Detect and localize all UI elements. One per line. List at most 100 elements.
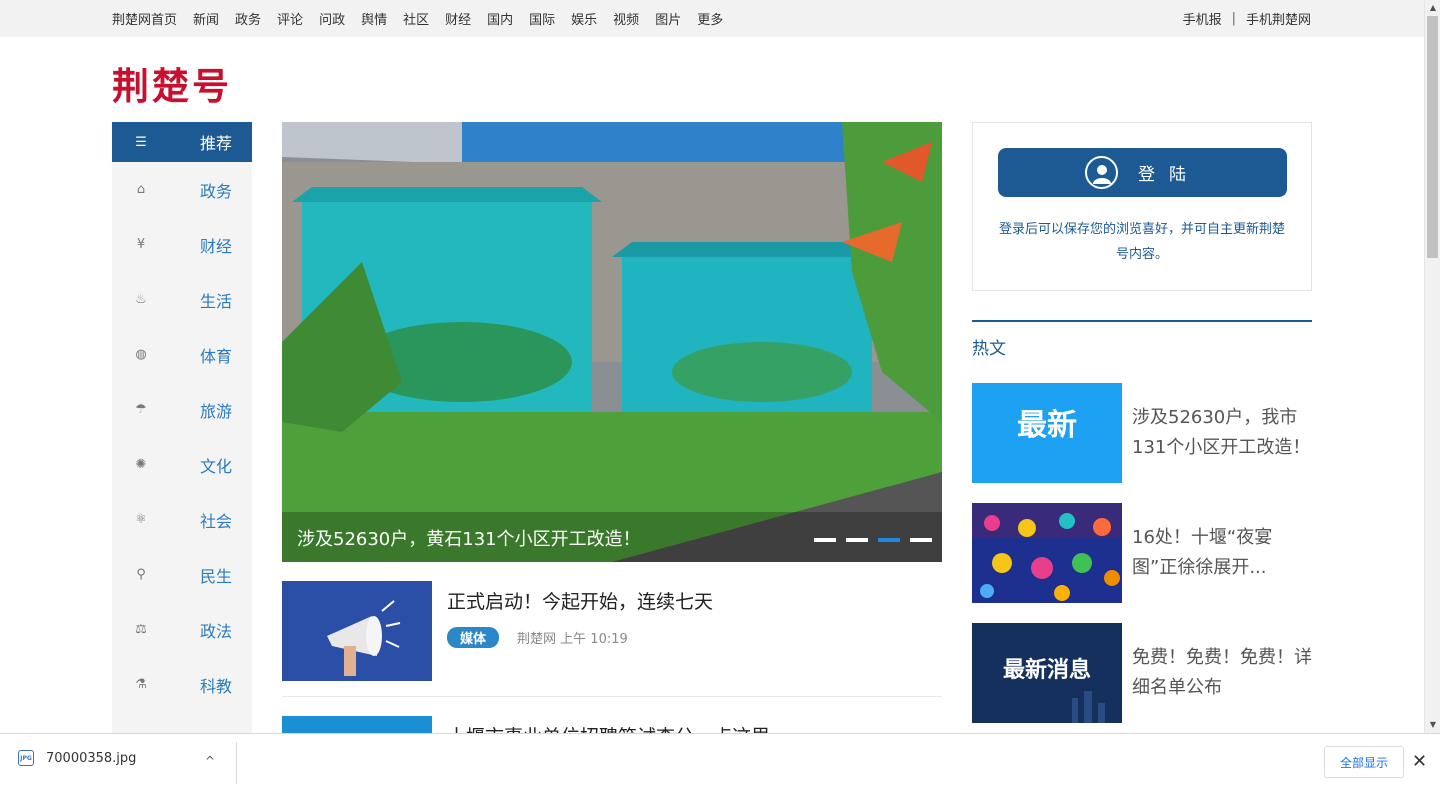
science-icon: ⚗	[135, 677, 147, 692]
mobile-paper-link[interactable]: 手机报	[1183, 9, 1222, 28]
news-thumbnail[interactable]	[282, 581, 432, 681]
recommend-icon: ☰	[135, 134, 147, 150]
nav-link-government[interactable]: 政务	[235, 9, 261, 28]
sidebar-item-science[interactable]: ⚗ 科教	[112, 657, 252, 712]
sidebar-item-livelihood[interactable]: ⚲ 民生	[112, 547, 252, 602]
scales-icon: ⚖	[135, 622, 147, 637]
login-panel: 登陆 登录后可以保存您的浏览喜好，并可自主更新荆楚号内容。	[972, 122, 1312, 291]
download-filename[interactable]: 70000358.jpg	[46, 751, 136, 766]
top-nav-links: 荆楚网首页 新闻 政务 评论 问政 舆情 社区 财经 国内 国际 娱乐 视频 图…	[112, 9, 723, 28]
nav-link-pictures[interactable]: 图片	[655, 9, 681, 28]
login-button-label: 登陆	[1138, 165, 1200, 185]
download-divider	[236, 742, 237, 784]
sidebar-item-label: 科教	[200, 676, 233, 696]
hot-article-title[interactable]: 涉及52630户，我市131个小区开工改造！	[1132, 403, 1312, 463]
life-icon: ♨	[135, 292, 147, 307]
sidebar-item-label: 政法	[200, 621, 233, 641]
vertical-scrollbar[interactable]: ▲ ▼	[1424, 0, 1440, 733]
nav-link-public-opinion[interactable]: 舆情	[361, 9, 387, 28]
nav-link-home[interactable]: 荆楚网首页	[112, 9, 177, 28]
scroll-down-arrow-icon[interactable]: ▼	[1425, 717, 1440, 733]
nav-link-comment[interactable]: 评论	[277, 9, 303, 28]
news-divider	[282, 696, 942, 697]
sidebar-item-finance[interactable]: ¥ 财经	[112, 217, 252, 272]
nav-link-more[interactable]: 更多	[697, 9, 723, 28]
film-reel-icon: ✺	[135, 457, 147, 472]
mobile-site-link[interactable]: 手机荆楚网	[1246, 9, 1311, 28]
scrollbar-thumb[interactable]	[1427, 16, 1438, 258]
image-file-icon: JPG	[18, 750, 34, 766]
news-source: 荆楚网	[517, 632, 557, 647]
news-title[interactable]: 十堰市事业单位招聘笔试查分，点这里→	[447, 722, 786, 733]
show-all-button[interactable]: 全部显示	[1324, 746, 1404, 778]
nav-link-video[interactable]: 视频	[613, 9, 639, 28]
slider-dot[interactable]	[814, 538, 836, 542]
hot-thumb-text: 最新	[1017, 408, 1077, 443]
slide-caption[interactable]: 涉及52630户，黄石131个小区开工改造！	[282, 512, 942, 562]
download-item[interactable]: JPG 70000358.jpg	[18, 750, 136, 766]
sidebar-item-label: 社会	[200, 511, 233, 531]
category-sidebar: ☰ 推荐 ⌂ 政务 ¥ 财经 ♨ 生活 ◍ 体育 ☂ 旅游 ✺ 文化 ⚛ 社会 …	[112, 122, 252, 733]
nav-link-international[interactable]: 国际	[529, 9, 555, 28]
hot-articles-title: 热文	[972, 339, 1006, 359]
slider-dot[interactable]	[878, 538, 900, 542]
ball-icon: ◍	[135, 347, 147, 362]
top-nav-right: 手机报 | 手机荆楚网	[1183, 9, 1311, 28]
sidebar-item-sports[interactable]: ◍ 体育	[112, 327, 252, 382]
hot-article-item[interactable]: 最新 涉及52630户，我市131个小区开工改造！	[972, 383, 1312, 483]
sidebar-item-travel[interactable]: ☂ 旅游	[112, 382, 252, 437]
hot-article-thumbnail[interactable]	[972, 503, 1122, 603]
login-tip: 登录后可以保存您的浏览喜好，并可自主更新荆楚号内容。	[998, 222, 1285, 262]
slide-image[interactable]	[282, 122, 942, 562]
news-title[interactable]: 正式启动！今起开始，连续七天	[447, 587, 713, 614]
hot-article-thumbnail[interactable]: 最新	[972, 383, 1122, 483]
sidebar-item-recommend[interactable]: ☰ 推荐	[112, 122, 252, 162]
sidebar-item-label: 旅游	[200, 401, 233, 421]
news-item[interactable]: 十堰市事业单位招聘笔试查分，点这里→	[282, 716, 942, 733]
hot-article-thumbnail[interactable]: 最新消息	[972, 623, 1122, 723]
nav-link-entertainment[interactable]: 娱乐	[571, 9, 597, 28]
hot-article-item[interactable]: 16处！十堰“夜宴图”正徐徐展开...	[972, 503, 1312, 603]
atom-icon: ⚛	[135, 512, 147, 527]
headline-slider[interactable]: 涉及52630户，黄石131个小区开工改造！	[282, 122, 942, 562]
hot-article-title[interactable]: 16处！十堰“夜宴图”正徐徐展开...	[1132, 523, 1312, 583]
sidebar-item-life[interactable]: ♨ 生活	[112, 272, 252, 327]
sidebar-item-government[interactable]: ⌂ 政务	[112, 162, 252, 217]
yen-coin-icon: ¥	[136, 237, 146, 252]
sidebar-item-label: 文化	[200, 456, 233, 476]
nav-link-community[interactable]: 社区	[403, 9, 429, 28]
hot-article-item[interactable]: 最新消息 免费！免费！免费！详细名单公布	[972, 623, 1312, 723]
slider-dot[interactable]	[910, 538, 932, 542]
sidebar-item-label: 民生	[200, 566, 233, 586]
site-logo[interactable]: 荆楚号	[112, 56, 232, 110]
slide-caption-text[interactable]: 涉及52630户，黄石131个小区开工改造！	[297, 525, 641, 551]
nav-separator: |	[1231, 11, 1236, 26]
news-thumbnail[interactable]	[282, 716, 432, 733]
news-tag[interactable]: 媒体	[447, 627, 500, 648]
nav-link-finance[interactable]: 财经	[445, 9, 471, 28]
sidebar-item-label: 体育	[200, 346, 233, 366]
sidebar-item-label: 财经	[200, 236, 233, 256]
slider-pagination	[814, 538, 932, 542]
scroll-up-arrow-icon[interactable]: ▲	[1425, 0, 1440, 16]
government-building-icon: ⌂	[136, 182, 146, 197]
chevron-up-icon[interactable]: ^	[205, 754, 215, 768]
sidebar-item-label: 生活	[200, 291, 233, 311]
download-bar: JPG 70000358.jpg ^ 全部显示 ✕	[0, 733, 1440, 790]
hot-thumb-text: 最新消息	[1003, 657, 1091, 683]
top-nav-bar: 荆楚网首页 新闻 政务 评论 问政 舆情 社区 财经 国内 国际 娱乐 视频 图…	[0, 0, 1424, 37]
sidebar-item-law[interactable]: ⚖ 政法	[112, 602, 252, 657]
location-pin-icon: ⚲	[136, 567, 146, 582]
slider-dot[interactable]	[846, 538, 868, 542]
close-icon[interactable]: ✕	[1412, 751, 1427, 772]
nav-link-news[interactable]: 新闻	[193, 9, 219, 28]
sidebar-item-society[interactable]: ⚛ 社会	[112, 492, 252, 547]
sidebar-item-culture[interactable]: ✺ 文化	[112, 437, 252, 492]
hot-article-title[interactable]: 免费！免费！免费！详细名单公布	[1132, 643, 1312, 703]
sidebar-item-label: 推荐	[200, 134, 233, 153]
nav-link-domestic[interactable]: 国内	[487, 9, 513, 28]
sidebar-item-label: 政务	[200, 181, 233, 201]
news-meta: 媒体 荆楚网 上午 10:19	[447, 627, 628, 648]
nav-link-inquiry[interactable]: 问政	[319, 9, 345, 28]
login-button[interactable]: 登陆	[998, 148, 1287, 197]
